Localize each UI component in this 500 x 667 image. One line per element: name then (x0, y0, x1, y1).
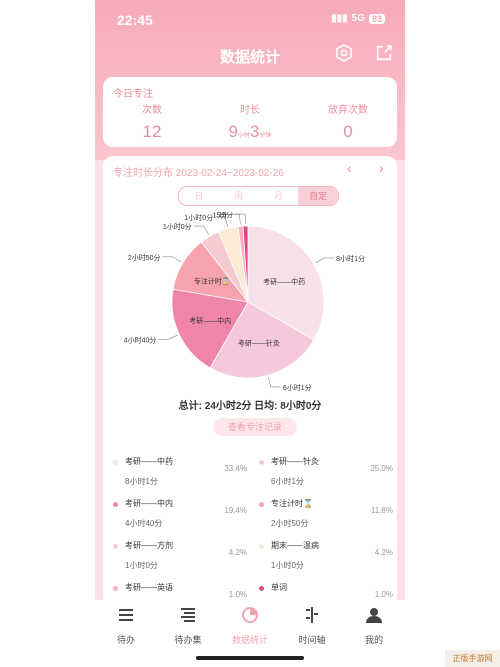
page-title: 数据统计 (219, 49, 280, 66)
pie-leader-line (158, 334, 178, 340)
legend-duration: 1小时0分 (271, 561, 304, 570)
legend-percent: 1.0% (374, 590, 393, 599)
todo-list-icon (119, 609, 133, 621)
duration-value: 9小时3分钟 (228, 122, 272, 141)
legend-color-dot (259, 460, 264, 465)
share-icon[interactable] (375, 44, 393, 62)
distribution-card: 专注时长分布 2023-02-24~2023-02-26 ‹ › 日 周 月 自… (103, 156, 397, 606)
tab-statistics[interactable]: 数据统计 (219, 606, 281, 646)
network-label: 5G (351, 13, 365, 24)
tab-profile[interactable]: 我的 (343, 606, 405, 646)
pie-value-label: 6小时1分 (283, 383, 312, 392)
segment-month[interactable]: 月 (259, 187, 299, 205)
pie-slice-name: 专注计时⌛ (194, 277, 231, 286)
pie-leader-line (315, 257, 335, 264)
status-indicators: ▮▮▮ 5G 83 (331, 13, 385, 24)
pie-slice-name: 考研——中药 (263, 277, 305, 286)
pie-value-label: 8小时1分 (336, 254, 365, 263)
pie-slice-name: 考研——针灸 (238, 338, 280, 347)
duration-label: 时长 (240, 105, 260, 116)
legend-percent: 4.2% (228, 548, 247, 557)
today-heading: 今日专注 (113, 89, 153, 100)
status-time: 22:45 (117, 12, 153, 28)
pie-value-label: 1小时0分 (184, 213, 213, 222)
tab-profile-label: 我的 (364, 635, 383, 645)
watermark-logo: 正版手游网 (445, 650, 500, 667)
home-indicator (196, 656, 304, 660)
legend-name: 考研——英语 (125, 583, 173, 592)
profile-icon (366, 608, 382, 623)
stat-duration: 时长 9小时3分钟 (201, 101, 299, 142)
legend-duration: 2小时50分 (271, 519, 309, 528)
pie-value-label: 2小时50分 (128, 253, 161, 262)
legend-name: 期末——温病 (271, 541, 319, 550)
legend-name: 单词 (271, 583, 287, 592)
stat-abandon: 放弃次数 0 (299, 101, 397, 142)
legend-duration: 1小时0分 (125, 561, 158, 570)
tab-todo[interactable]: 待办 (95, 606, 157, 646)
legend-duration: 8小时1分 (125, 477, 158, 486)
abandon-value: 0 (343, 122, 353, 141)
tab-statistics-label: 数据统计 (231, 635, 268, 645)
legend-percent: 1.0% (228, 590, 247, 599)
settings-gear-icon[interactable] (335, 44, 353, 62)
pie-slice-name: 考研——中内 (189, 316, 231, 325)
legend-color-dot (113, 502, 118, 507)
legend-percent: 19.4% (224, 506, 247, 515)
legend-percent: 33.4% (224, 464, 247, 473)
tab-timeline-label: 时间轴 (298, 635, 326, 645)
legend-name: 考研——方剂 (125, 541, 173, 550)
legend-name: 考研——中内 (125, 499, 173, 508)
tab-todo-collection-label: 待办集 (174, 635, 202, 645)
today-focus-card: 今日专注 次数 12 时长 9小时3分钟 放弃次数 0 (103, 77, 397, 147)
status-bar: 22:45 ▮▮▮ 5G 83 (95, 10, 405, 30)
app-screen: 22:45 ▮▮▮ 5G 83 数据统计 今日专注 次数 12 时长 9小时3分… (95, 0, 405, 667)
previous-range-chevron-icon[interactable]: ‹ (347, 160, 352, 176)
total-summary: 总计: 24小时2分 日均: 8小时0分 (178, 401, 322, 412)
distribution-heading: 专注时长分布 2023-02-24~2023-02-26 (113, 168, 284, 179)
pie-value-label: 4小时40分 (124, 335, 157, 344)
statistics-pie-icon (242, 607, 258, 623)
pie-leader-line (193, 225, 209, 235)
focus-pie-chart: 考研——中药 8小时1分考研——针灸 6小时1分 考研——中内 4小时40分 专注计时⌛ 2… (124, 212, 365, 392)
legend-name: 专注计时⌛ (271, 499, 313, 508)
signal-icon: ▮▮▮ (331, 13, 348, 24)
pie-leader-line (162, 256, 182, 263)
legend-name: 考研——中药 (125, 457, 173, 466)
next-range-chevron-icon[interactable]: › (379, 160, 384, 176)
count-label: 次数 (142, 105, 162, 116)
segment-day[interactable]: 日 (179, 187, 219, 205)
segment-week[interactable]: 周 (219, 187, 259, 205)
legend-color-dot (113, 544, 118, 549)
legend-color-dot (113, 586, 118, 591)
segment-custom[interactable]: 自定 (298, 187, 338, 205)
todo-collection-icon (181, 608, 195, 622)
legend-color-dot (259, 502, 264, 507)
tab-todo-label: 待办 (116, 635, 135, 645)
battery-icon: 83 (368, 13, 385, 24)
tab-timeline[interactable]: 时间轴 (281, 606, 343, 646)
range-segmented-control: 日 周 月 自定 (178, 186, 339, 206)
pie-value-label: 15分 (218, 212, 233, 219)
tab-todo-collection[interactable]: 待办集 (157, 606, 219, 646)
legend-color-dot (259, 544, 264, 549)
pie-value-label: 1小时0分 (163, 222, 192, 231)
legend-percent: 4.2% (374, 548, 393, 557)
legend-percent: 25.0% (370, 464, 393, 473)
stat-count: 次数 12 (103, 101, 201, 142)
legend-duration: 6小时1分 (271, 477, 304, 486)
timeline-icon (306, 607, 318, 623)
legend-duration: 4小时40分 (125, 519, 163, 528)
legend-name: 考研——针灸 (271, 457, 319, 466)
abandon-label: 放弃次数 (328, 105, 368, 116)
view-focus-records-button[interactable]: 查看专注记录 (213, 418, 297, 436)
legend-percent: 11.8% (370, 506, 393, 515)
count-value: 12 (142, 122, 162, 141)
legend-color-dot (113, 460, 118, 465)
legend-color-dot (259, 586, 264, 591)
pie-leader-line (268, 377, 281, 388)
